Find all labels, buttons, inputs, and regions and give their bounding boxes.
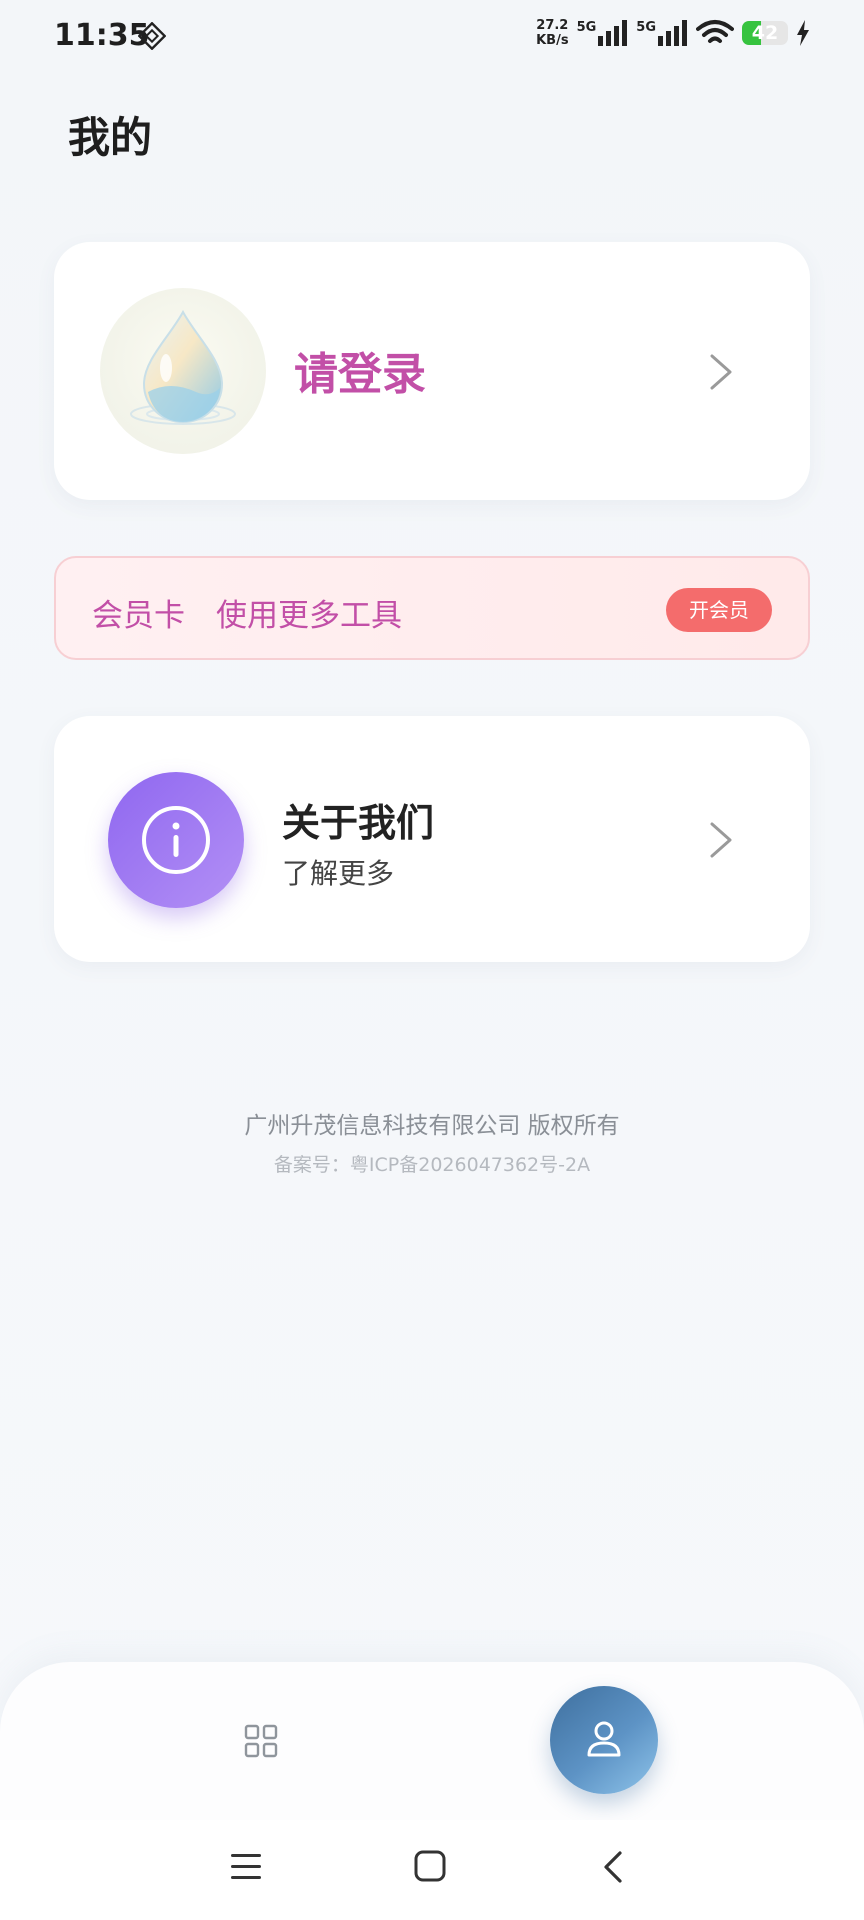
- login-prompt: 请登录: [294, 349, 426, 400]
- system-nav-bar: [0, 1820, 864, 1920]
- login-card[interactable]: 请登录: [54, 242, 810, 500]
- network-speed-unit: KB/s: [536, 33, 569, 48]
- about-us-title: 关于我们: [282, 801, 435, 845]
- signal-bars-icon: [598, 20, 628, 46]
- battery-indicator: 42: [742, 21, 788, 45]
- about-icon-badge: [108, 772, 244, 908]
- vip-card-subtitle: 使用更多工具: [216, 598, 402, 634]
- info-icon: [142, 806, 210, 874]
- page-title: 我的: [68, 113, 153, 162]
- person-icon: [587, 1721, 621, 1757]
- copyright-text: 广州升茂信息科技有限公司 版权所有: [244, 1113, 620, 1139]
- sim1-signal: 5G: [577, 20, 629, 46]
- vip-card-banner[interactable]: 会员卡 使用更多工具 开会员: [54, 556, 810, 660]
- status-bar: 11:35 27.2 KB/s 5G 5G 42: [0, 0, 864, 76]
- grid-icon[interactable]: [244, 1724, 278, 1758]
- app-screen: 11:35 27.2 KB/s 5G 5G 42 我的 请登录 会员卡 使用更多…: [0, 0, 864, 1920]
- menu-icon[interactable]: [230, 1852, 262, 1882]
- chevron-right-icon: [710, 354, 732, 390]
- battery-level: 42: [751, 22, 779, 44]
- sim2-network-label: 5G: [636, 20, 656, 35]
- vip-card-title: 会员卡: [92, 598, 185, 634]
- home-square-icon[interactable]: [414, 1850, 446, 1882]
- signal-bars-icon: [658, 20, 687, 46]
- network-speed: 27.2 KB/s: [536, 18, 568, 48]
- water-drop-icon: [130, 309, 236, 425]
- back-icon[interactable]: [600, 1850, 626, 1884]
- status-time: 11:35: [54, 18, 150, 53]
- tab-profile[interactable]: [550, 1686, 658, 1794]
- nfc-icon: [138, 22, 166, 50]
- avatar: [100, 288, 266, 454]
- sim2-signal: 5G: [636, 20, 688, 46]
- wifi-icon: [696, 20, 734, 43]
- about-us-card[interactable]: 关于我们 了解更多: [54, 716, 810, 962]
- icp-record-text: 备案号：粤ICP备2026047362号-2A: [273, 1154, 591, 1176]
- about-us-subtitle: 了解更多: [282, 857, 395, 890]
- status-indicators: 27.2 KB/s 5G 5G 42: [536, 18, 810, 48]
- sim1-network-label: 5G: [576, 20, 597, 35]
- open-vip-button[interactable]: 开会员: [666, 588, 772, 632]
- charging-icon: [797, 20, 809, 46]
- bottom-tab-bar: [0, 1662, 864, 1820]
- chevron-right-icon: [710, 822, 732, 858]
- network-speed-value: 27.2: [536, 18, 569, 33]
